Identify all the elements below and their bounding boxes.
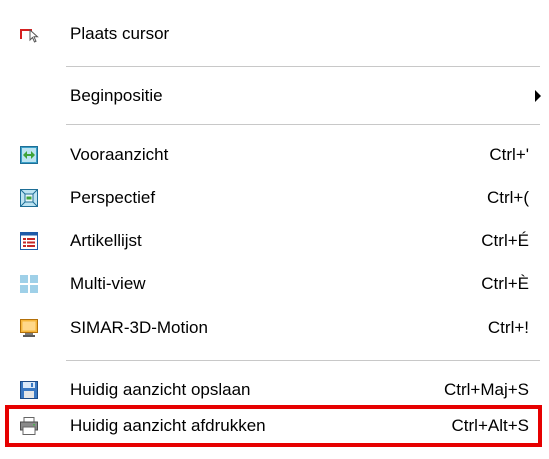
article-list-icon bbox=[20, 232, 38, 250]
front-view-icon bbox=[20, 146, 38, 164]
menu-item-label: Artikellijst bbox=[70, 231, 142, 250]
3d-motion-icon bbox=[20, 319, 38, 337]
menu-item-article-list[interactable]: Artikellijst Ctrl+É bbox=[0, 221, 549, 261]
menu-item-print-view[interactable]: Huidig aanzicht afdrukken Ctrl+Alt+S bbox=[0, 406, 549, 446]
menu-separator bbox=[66, 360, 540, 361]
menu-item-shortcut: Ctrl+Maj+S bbox=[443, 380, 529, 399]
print-view-icon bbox=[20, 417, 38, 435]
menu-item-label: SIMAR-3D-Motion bbox=[70, 318, 208, 337]
menu-item-label: Plaats cursor bbox=[70, 24, 170, 43]
menu-item-save-view[interactable]: Huidig aanzicht opslaan Ctrl+Maj+S bbox=[0, 370, 549, 410]
menu-item-start-position[interactable]: Beginpositie bbox=[0, 76, 549, 116]
multi-view-icon bbox=[20, 275, 38, 293]
menu-item-front-view[interactable]: Vooraanzicht Ctrl+' bbox=[0, 135, 549, 175]
place-cursor-icon bbox=[20, 25, 39, 43]
menu-item-multi-view[interactable]: Multi-view Ctrl+È bbox=[0, 264, 549, 304]
menu-item-shortcut: Ctrl+! bbox=[487, 318, 529, 337]
menu-item-label: Multi-view bbox=[70, 274, 146, 293]
menu-item-shortcut: Ctrl+Alt+S bbox=[451, 416, 529, 435]
menu-item-label: Huidig aanzicht afdrukken bbox=[70, 416, 266, 435]
menu-separator bbox=[66, 66, 540, 67]
menu-item-label: Huidig aanzicht opslaan bbox=[70, 380, 251, 399]
menu-item-label: Perspectief bbox=[70, 188, 156, 207]
menu-item-label: Beginpositie bbox=[70, 86, 163, 105]
save-view-icon bbox=[20, 381, 38, 399]
menu-item-3d-motion[interactable]: SIMAR-3D-Motion Ctrl+! bbox=[0, 308, 549, 348]
menu-item-label: Vooraanzicht bbox=[70, 145, 169, 164]
menu-item-place-cursor[interactable]: Plaats cursor bbox=[0, 14, 549, 54]
perspective-icon bbox=[20, 189, 38, 207]
context-menu: Plaats cursor Beginpositie Vooraanzicht … bbox=[0, 0, 549, 459]
menu-item-shortcut: Ctrl+É bbox=[481, 231, 529, 250]
menu-item-shortcut: Ctrl+' bbox=[489, 145, 529, 164]
menu-item-shortcut: Ctrl+( bbox=[486, 188, 529, 207]
menu-item-shortcut: Ctrl+È bbox=[481, 274, 529, 293]
menu-separator bbox=[66, 124, 540, 125]
submenu-arrow-icon bbox=[535, 90, 541, 102]
menu-item-perspective[interactable]: Perspectief Ctrl+( bbox=[0, 178, 549, 218]
